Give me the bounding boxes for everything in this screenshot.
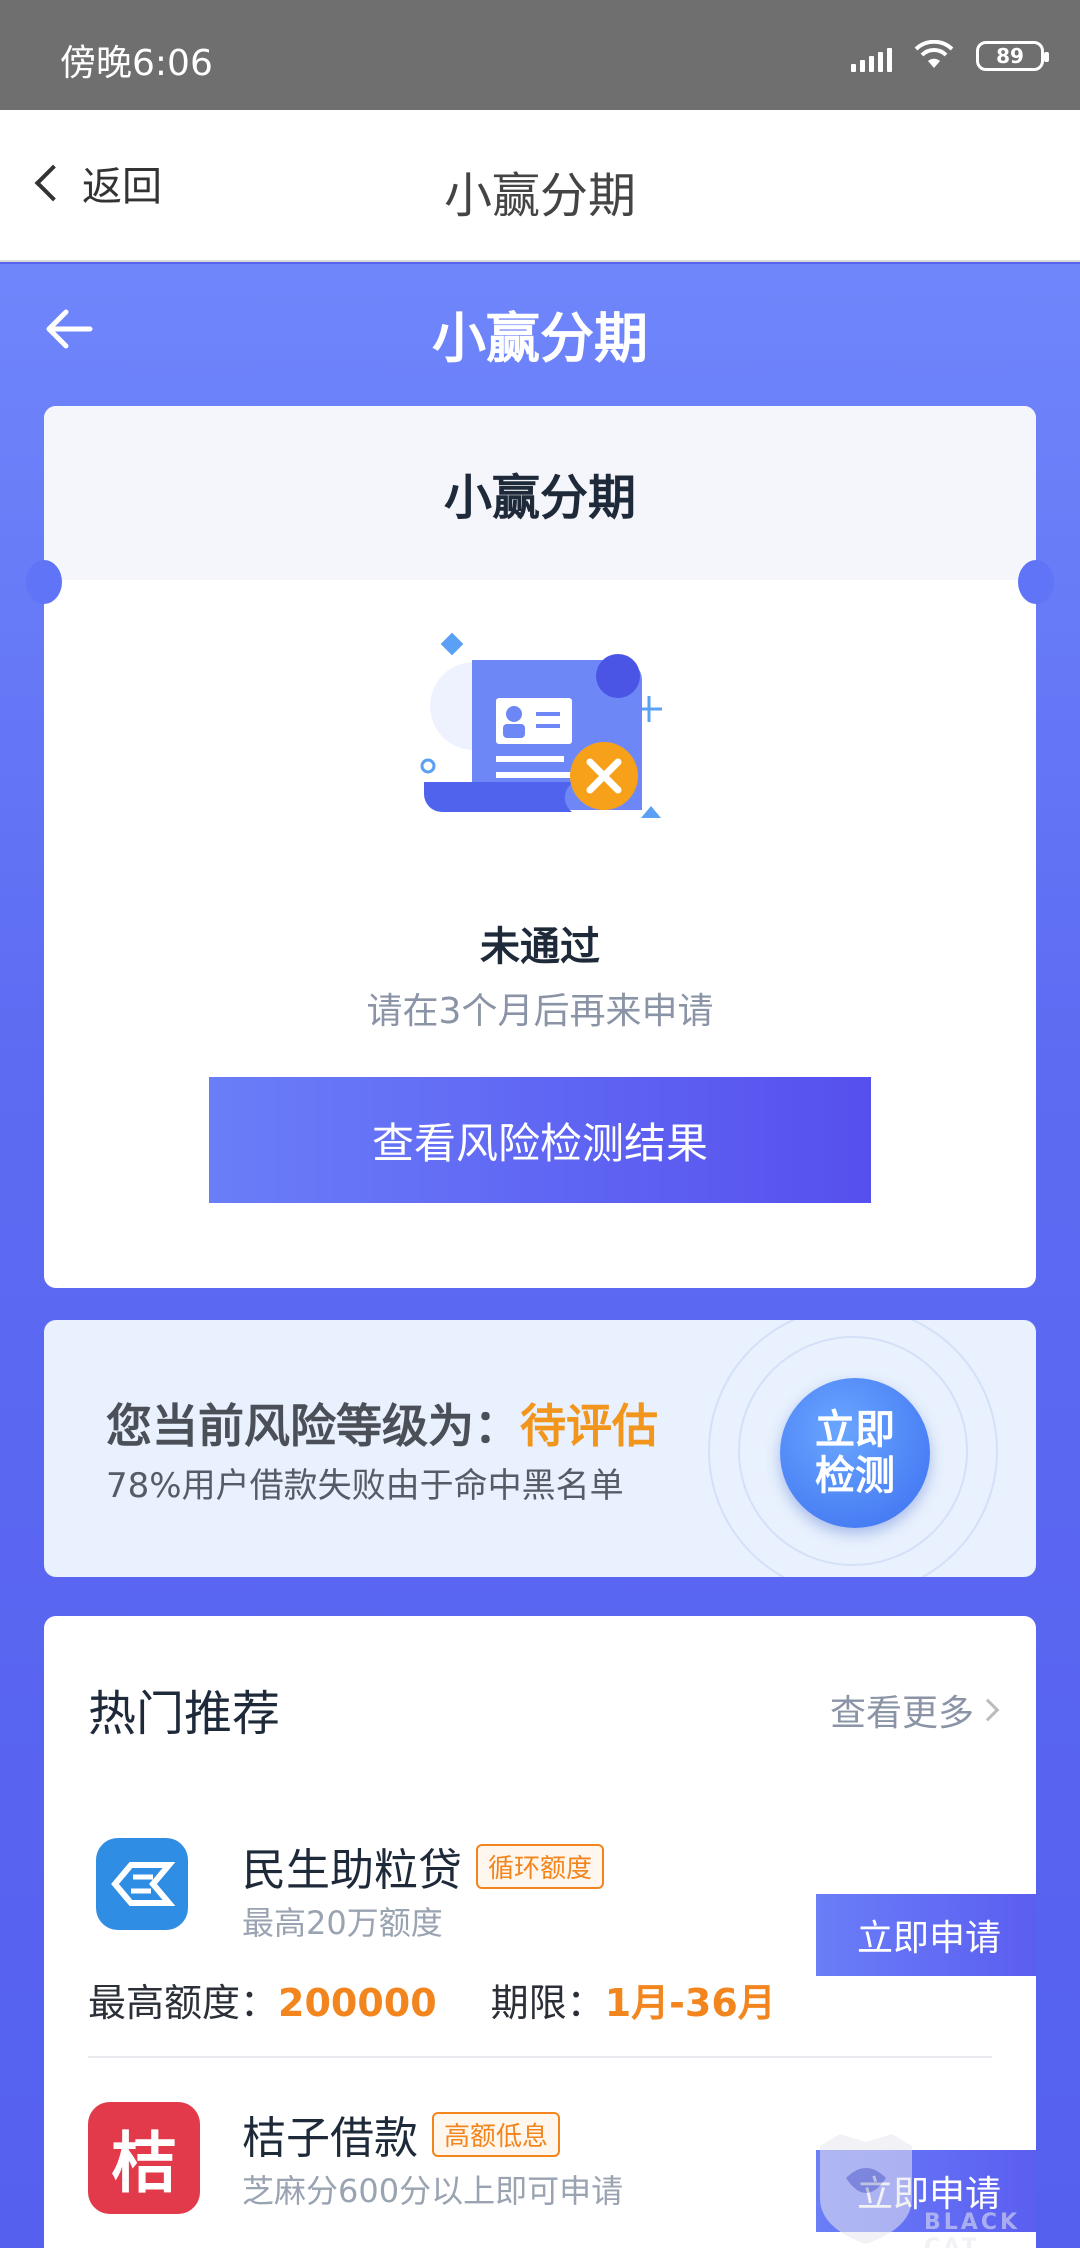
risk-level: 您当前风险等级为：待评估	[106, 1390, 658, 1456]
amount-value: 200000	[278, 1981, 437, 2025]
status-time: 傍晚6:06	[60, 43, 213, 84]
juzi-logo-char: 桔	[111, 2125, 177, 2202]
rejected-document-icon	[420, 632, 662, 818]
view-risk-result-button[interactable]: 查看风险检测结果	[209, 1077, 871, 1203]
product-name-row: 桔子借款 高额低息	[242, 2102, 561, 2166]
page-title: 小赢分期	[443, 168, 636, 224]
product-tag: 高额低息	[432, 2111, 561, 2157]
see-more-link[interactable]: 查看更多	[829, 1684, 1000, 1736]
product-name-row: 民生助粒贷 循环额度	[242, 1834, 605, 1898]
status-text: 未通过	[480, 924, 600, 970]
result-card: 小赢分期 未通过 请在3个月后再来申请 查看风险检测结果	[44, 406, 1036, 1288]
battery-level: 89	[996, 44, 1024, 68]
card-notch-left	[26, 560, 62, 604]
recommend-title: 热门推荐	[88, 1686, 281, 1742]
result-card-title: 小赢分期	[44, 406, 1036, 580]
product-name: 民生助粒贷	[242, 1845, 462, 1896]
card-notch-right	[1018, 560, 1054, 604]
risk-level-value: 待评估	[520, 1399, 658, 1453]
detect-now-button[interactable]: 立即 检测	[780, 1378, 930, 1528]
risk-card: 您当前风险等级为：待评估 78%用户借款失败由于命中黑名单 立即 检测	[44, 1320, 1036, 1577]
black-cat-watermark: BLACK CAT	[806, 2128, 1076, 2248]
wifi-icon	[914, 40, 954, 68]
product-desc: 芝麻分600分以上即可申请	[242, 2172, 624, 2210]
status-icons: 89	[851, 40, 1049, 72]
divider	[88, 2056, 992, 2058]
signal-icon	[851, 40, 892, 72]
product-name: 桔子借款	[242, 2113, 418, 2164]
chevron-right-icon	[976, 1698, 1000, 1722]
see-more-label: 查看更多	[829, 1693, 974, 1734]
product-meta: 最高额度：200000 期限：1月-36月	[88, 1972, 776, 2027]
term-label: 期限：	[490, 1981, 605, 2025]
apply-now-button[interactable]: 立即申请	[816, 1894, 1036, 1976]
battery-icon: 89	[976, 41, 1049, 71]
status-message: 请在3个月后再来申请	[366, 991, 714, 1032]
risk-note: 78%用户借款失败由于命中黑名单	[106, 1466, 624, 1506]
list-item[interactable]: 民生助粒贷 循环额度 最高20万额度 立即申请 最高额度：200000 期限：1月…	[88, 1830, 1036, 2040]
watermark-text: BLACK CAT	[924, 2210, 1021, 2248]
minsheng-logo-icon	[96, 1838, 188, 1930]
amount-label: 最高额度：	[88, 1981, 279, 2025]
header-title: 小赢分期	[432, 307, 648, 370]
risk-level-label: 您当前风险等级为：	[106, 1399, 520, 1453]
term-value: 1月-36月	[604, 1981, 776, 2025]
detect-button-line1: 立即	[815, 1407, 895, 1453]
top-navbar: 返回 小赢分期	[0, 110, 1080, 262]
product-tag: 循环额度	[476, 1843, 605, 1889]
status-bar: 傍晚6:06 89	[0, 0, 1080, 110]
juzi-logo-icon: 桔	[88, 2102, 200, 2214]
detect-button-line2: 检测	[815, 1453, 895, 1499]
cat-shield-icon	[820, 2134, 912, 2244]
product-desc: 最高20万额度	[242, 1904, 443, 1942]
